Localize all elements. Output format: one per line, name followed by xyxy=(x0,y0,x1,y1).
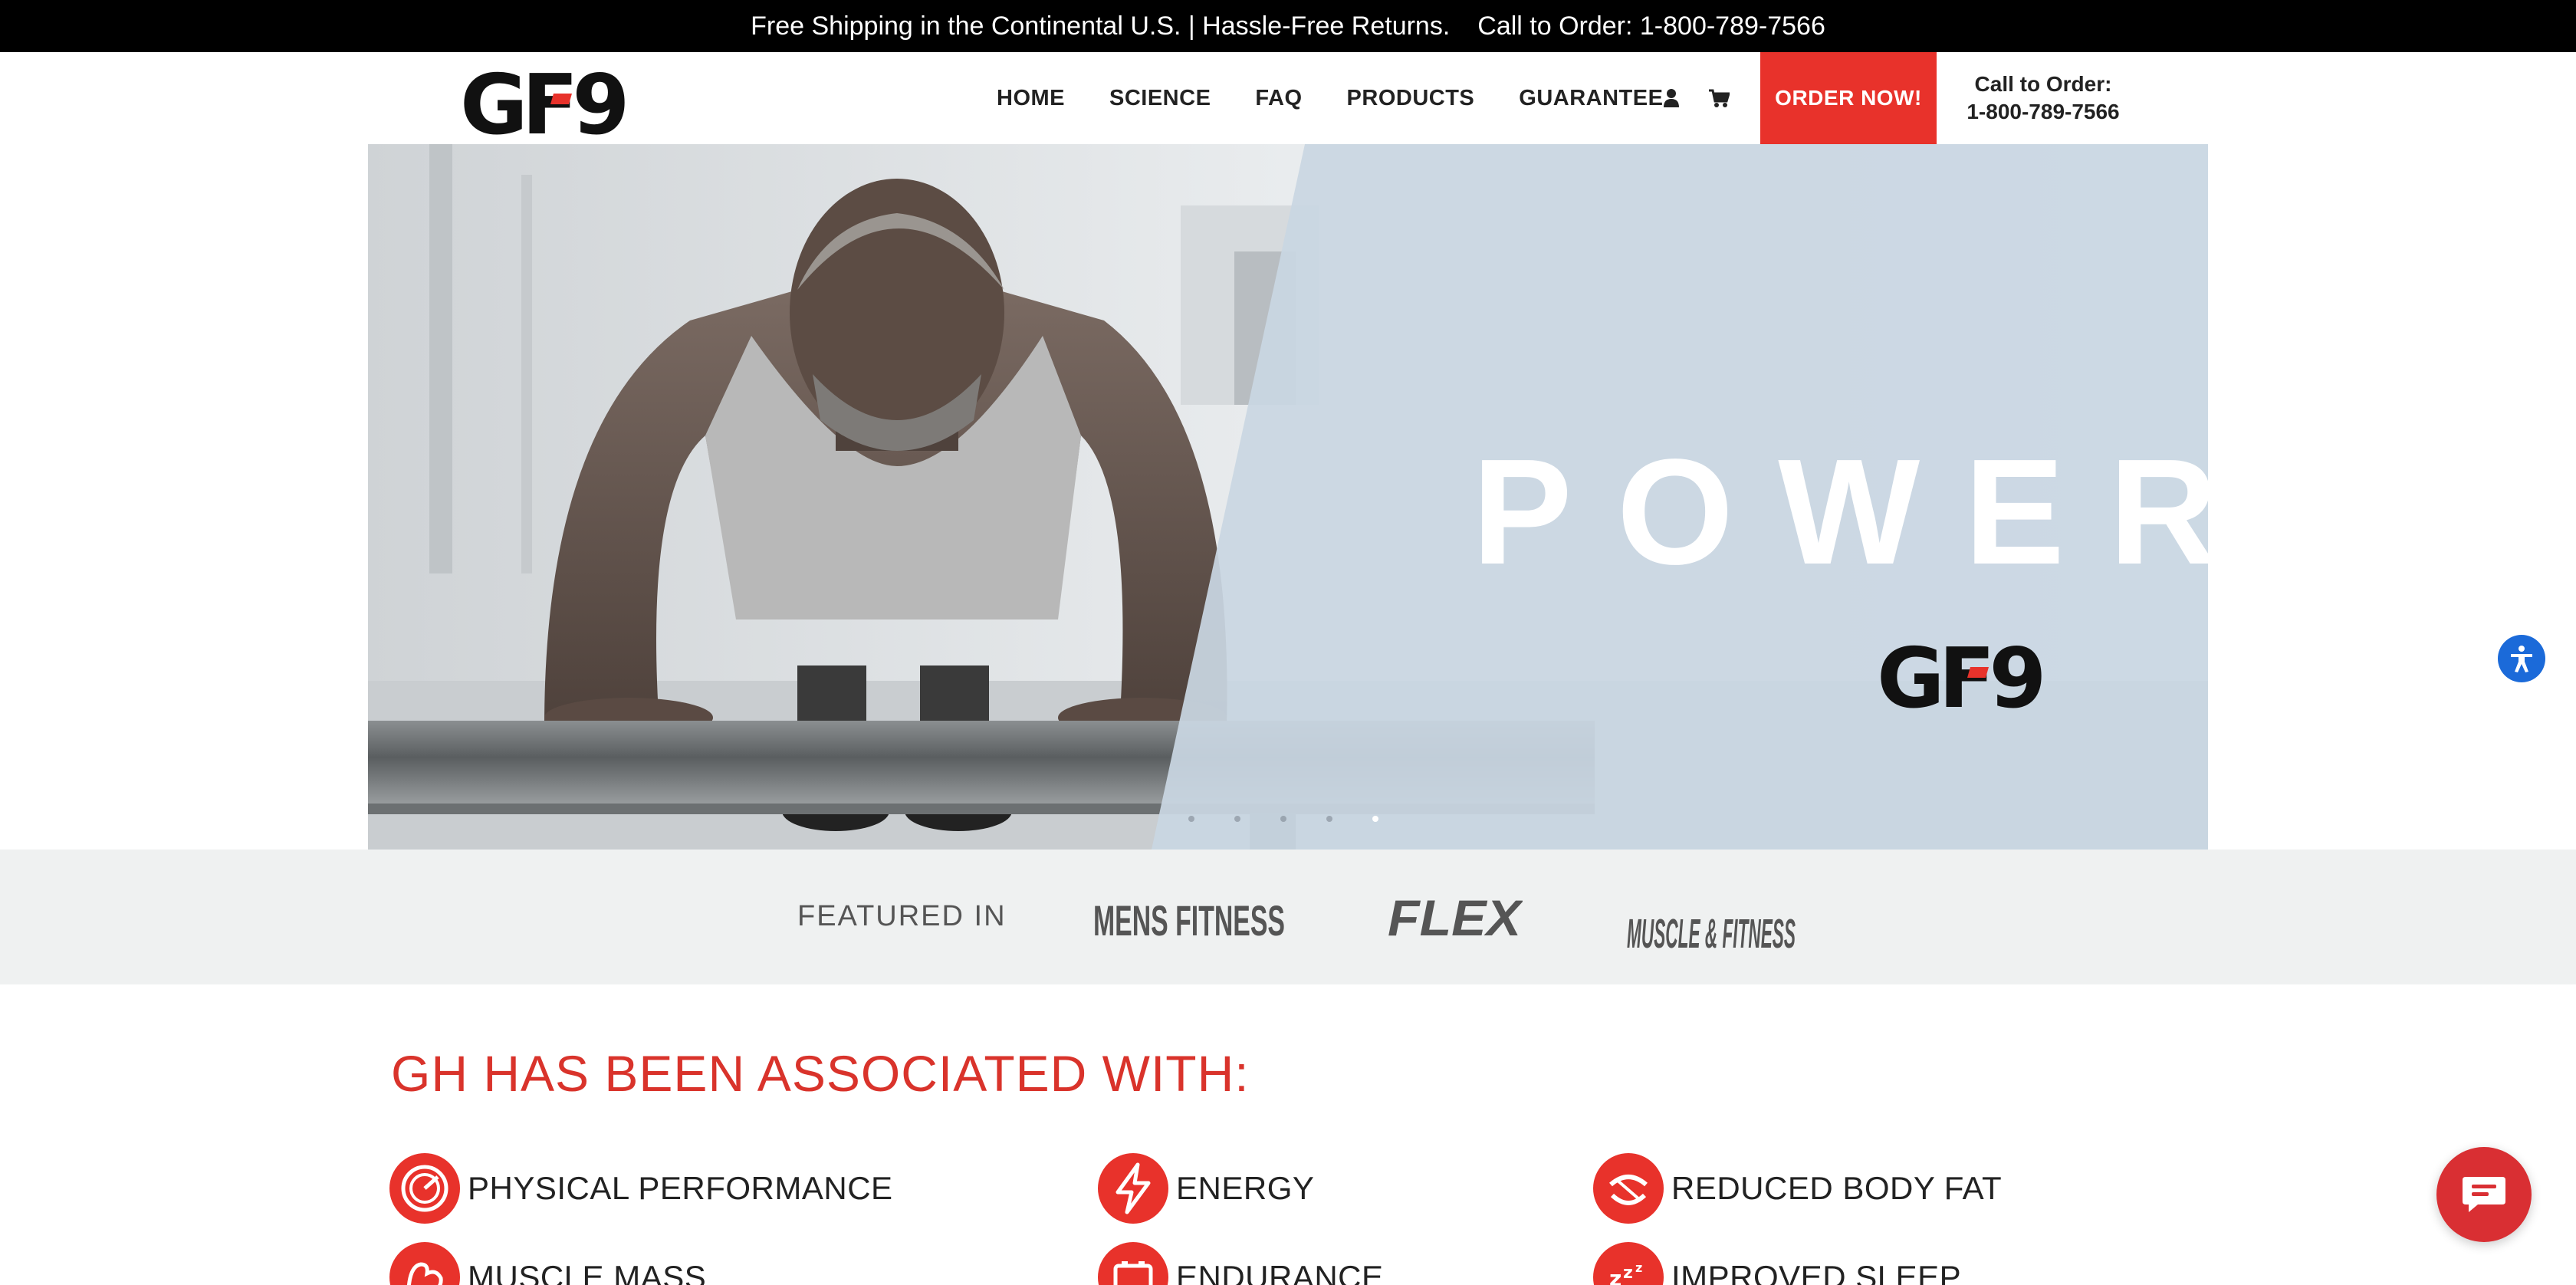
benefit-item: ENERGY xyxy=(1098,1153,1314,1224)
cart-icon[interactable] xyxy=(1702,81,1736,115)
svg-text:FLEX: FLEX xyxy=(1388,889,1523,946)
header-call-block[interactable]: Call to Order: 1-800-789-7566 xyxy=(1947,71,2139,126)
hero-slider[interactable]: POWER GF9 xyxy=(368,144,2208,850)
tape-measure-icon xyxy=(1593,1153,1664,1224)
gf9-logo[interactable]: GF9 xyxy=(460,61,635,140)
benefit-item: REDUCED BODY FAT xyxy=(1593,1153,2002,1224)
hero-headline: POWER xyxy=(1472,428,2208,596)
nav-science[interactable]: SCIENCE xyxy=(1109,86,1211,111)
muscle-fitness-logo: MUSCLE & FITNESS xyxy=(1627,911,1796,952)
featured-in-bar: FEATURED IN MENS FITNESS FLEX MUSCLE & F… xyxy=(0,850,2576,984)
order-now-button[interactable]: ORDER NOW! xyxy=(1760,52,1937,144)
user-icon[interactable] xyxy=(1654,81,1688,115)
benefit-label: ENDURANCE xyxy=(1176,1259,1384,1285)
hero-gf9-logo: GF9 xyxy=(1877,635,2048,713)
svg-text:MENS FITNESS: MENS FITNESS xyxy=(1093,896,1285,945)
benefit-label: ENERGY xyxy=(1176,1170,1315,1206)
flex-logo: FLEX xyxy=(1388,889,1523,946)
nav-faq[interactable]: FAQ xyxy=(1255,86,1302,111)
nav-products[interactable]: PRODUCTS xyxy=(1347,86,1475,111)
main-nav: HOME SCIENCE FAQ PRODUCTS GUARANTEE xyxy=(997,52,1663,144)
call-number[interactable]: 1-800-789-7566 xyxy=(1947,98,2139,126)
call-label: Call to Order: xyxy=(1974,72,2112,96)
slider-dot[interactable] xyxy=(1234,816,1240,822)
slider-dot[interactable] xyxy=(1326,816,1332,822)
chat-icon[interactable] xyxy=(2436,1147,2532,1242)
svg-text:GF9: GF9 xyxy=(460,61,625,140)
sleep-icon: zzz xyxy=(1593,1242,1664,1285)
accessibility-icon[interactable] xyxy=(2498,635,2545,682)
topbar-call-number[interactable]: Call to Order: 1-800-789-7566 xyxy=(1477,12,1825,41)
benefit-label: IMPROVED SLEEP xyxy=(1671,1259,1962,1285)
benefit-item: zzz IMPROVED SLEEP xyxy=(1593,1242,1961,1285)
benefit-item: ENDURANCE xyxy=(1098,1242,1384,1285)
slider-dot-active[interactable] xyxy=(1372,816,1378,822)
benefit-item: MUSCLE MASS xyxy=(389,1242,706,1285)
benefit-item: PHYSICAL PERFORMANCE xyxy=(389,1153,893,1224)
svg-text:GF9: GF9 xyxy=(1877,635,2042,713)
lightning-icon xyxy=(1098,1153,1168,1224)
featured-label: FEATURED IN xyxy=(797,900,1007,932)
benefits-title: GH HAS BEEN ASSOCIATED WITH: xyxy=(391,1045,1250,1102)
nav-guarantee[interactable]: GUARANTEE xyxy=(1519,86,1663,111)
benefit-label: MUSCLE MASS xyxy=(468,1259,707,1285)
battery-icon xyxy=(1098,1242,1168,1285)
slider-dot[interactable] xyxy=(1188,816,1194,822)
nav-home[interactable]: HOME xyxy=(997,86,1065,111)
muscle-icon xyxy=(389,1242,460,1285)
svg-text:z: z xyxy=(1609,1266,1622,1285)
site-header: GF9 HOME SCIENCE FAQ PRODUCTS GUARANTEE … xyxy=(0,52,2576,144)
speedometer-icon xyxy=(389,1153,460,1224)
announcement-bar: Free Shipping in the Continental U.S. | … xyxy=(0,0,2576,52)
benefit-label: PHYSICAL PERFORMANCE xyxy=(468,1170,893,1206)
benefit-label: REDUCED BODY FAT xyxy=(1671,1170,2003,1206)
svg-text:MUSCLE & FITNESS: MUSCLE & FITNESS xyxy=(1627,911,1796,952)
svg-text:z: z xyxy=(1635,1260,1642,1275)
svg-text:z: z xyxy=(1623,1264,1633,1283)
slider-dots xyxy=(1188,816,1418,822)
slider-dot[interactable] xyxy=(1280,816,1286,822)
shipping-notice: Free Shipping in the Continental U.S. | … xyxy=(751,11,1451,41)
mens-fitness-logo: MENS FITNESS xyxy=(1093,896,1285,945)
